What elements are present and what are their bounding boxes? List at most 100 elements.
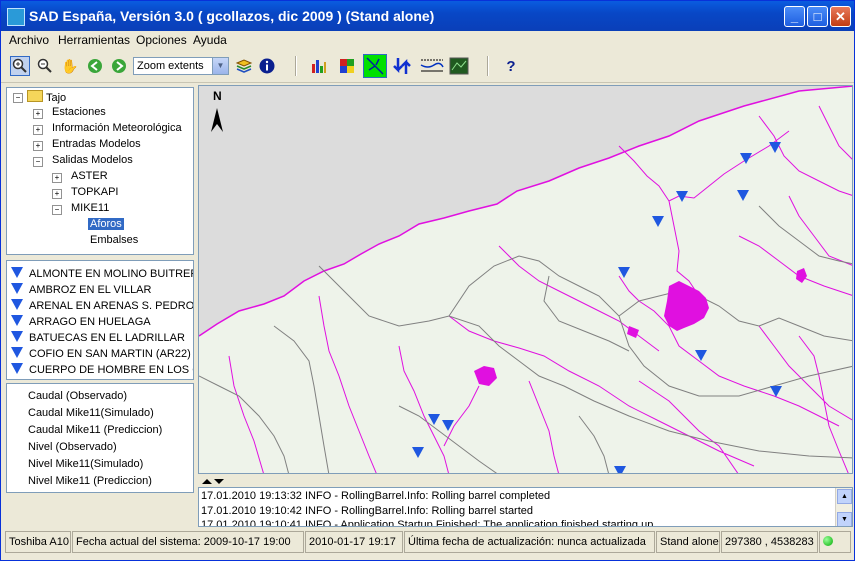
status-machine: Toshiba A10 xyxy=(5,531,71,553)
bar-chart-icon[interactable] xyxy=(309,56,329,76)
map-view[interactable]: N xyxy=(198,85,853,474)
tree-item-informacion[interactable]: Información Meteorológica xyxy=(52,122,182,134)
station-label: AMBROZ EN EL VILLAR xyxy=(29,284,152,296)
scroll-down-icon[interactable]: ▼ xyxy=(837,512,852,526)
list-item[interactable]: COFIO EN SAN MARTIN (AR22) xyxy=(11,347,191,360)
tree-item-topkapi[interactable]: TOPKAPI xyxy=(71,186,118,198)
tree-item-entradas[interactable]: Entradas Modelos xyxy=(52,138,141,150)
tree-item-embalses[interactable]: Embalses xyxy=(90,234,138,246)
flow-arrows-icon[interactable] xyxy=(392,56,412,76)
station-marker-icon xyxy=(11,347,23,358)
pan-hand-icon[interactable]: ✋ xyxy=(60,56,80,76)
station-label: ARRAGO EN HUELAGA xyxy=(29,316,151,328)
status-coordinates: 297380 , 4538283 xyxy=(721,531,818,553)
chevron-down-icon[interactable]: ▼ xyxy=(212,58,228,74)
back-arrow-icon[interactable] xyxy=(85,56,105,76)
tree-expand-icon[interactable]: + xyxy=(52,173,62,183)
menu-ayuda[interactable]: Ayuda xyxy=(193,33,227,47)
status-connection xyxy=(819,531,851,553)
list-item[interactable]: ARRAGO EN HUELAGA xyxy=(11,315,151,328)
zoom-in-icon[interactable] xyxy=(10,56,30,76)
info-icon[interactable] xyxy=(257,56,277,76)
zoom-out-icon[interactable] xyxy=(35,56,55,76)
log-line: 17.01.2010 19:10:42 INFO - RollingBarrel… xyxy=(201,505,534,517)
tree-expand-icon[interactable]: + xyxy=(33,125,43,135)
list-item[interactable]: Nivel Mike11 (Prediccion) xyxy=(28,475,152,487)
stations-list[interactable]: ALMONTE EN MOLINO BUITRERA AMBROZ EN EL … xyxy=(6,260,194,380)
menu-bar: Archivo Herramientas Opciones Ayuda xyxy=(1,31,854,49)
log-panel[interactable]: 17.01.2010 19:13:32 INFO - RollingBarrel… xyxy=(198,487,853,527)
connection-led-icon xyxy=(823,536,833,546)
menu-herramientas[interactable]: Herramientas xyxy=(58,33,130,47)
forward-arrow-icon[interactable] xyxy=(109,56,129,76)
tree-item-label: Tajo xyxy=(46,92,67,104)
toolbar-separator xyxy=(295,56,297,76)
status-system-date: Fecha actual del sistema: 2009-10-17 19:… xyxy=(72,531,304,553)
maximize-button[interactable]: □ xyxy=(807,6,828,27)
tree-expand-icon[interactable]: + xyxy=(33,141,43,151)
river-network-icon[interactable] xyxy=(363,54,387,78)
layer-tree[interactable]: − Tajo + Estaciones + Información Meteor… xyxy=(6,87,194,255)
list-item[interactable]: AMBROZ EN EL VILLAR xyxy=(11,283,151,296)
tree-item-aforos[interactable]: Aforos xyxy=(88,218,124,230)
app-window: SAD España, Versión 3.0 ( gcollazos, dic… xyxy=(0,0,855,561)
list-item[interactable]: Caudal Mike11(Simulado) xyxy=(28,407,154,419)
collapse-up-icon[interactable] xyxy=(202,479,212,484)
log-scrollbar[interactable]: ▲ ▼ xyxy=(835,488,852,526)
list-item[interactable]: Caudal Mike11 (Prediccion) xyxy=(28,424,162,436)
tree-item-mike11[interactable]: MIKE11 xyxy=(71,202,109,214)
north-label: N xyxy=(213,89,222,103)
app-icon xyxy=(7,8,25,26)
list-item[interactable]: ALMONTE EN MOLINO BUITRERA xyxy=(11,267,194,280)
scroll-up-icon[interactable]: ▲ xyxy=(837,489,852,504)
station-marker-icon xyxy=(11,315,23,326)
tree-item-aster[interactable]: ASTER xyxy=(71,170,108,182)
list-item[interactable]: Caudal (Observado) xyxy=(28,390,127,402)
list-item[interactable]: BATUECAS EN EL LADRILLAR xyxy=(11,331,185,344)
terrain-map-icon[interactable] xyxy=(448,56,470,76)
station-marker-icon xyxy=(11,331,23,342)
tree-item-estaciones[interactable]: Estaciones xyxy=(52,106,106,118)
list-item[interactable]: CUERPO DE HOMBRE EN LOS CO xyxy=(11,363,193,376)
station-label: ALMONTE EN MOLINO BUITRERA xyxy=(29,268,194,280)
status-last-update: Última fecha de actualización: nunca act… xyxy=(404,531,655,553)
tree-collapse-icon[interactable]: − xyxy=(52,205,62,215)
log-splitter[interactable] xyxy=(198,476,853,486)
map-canvas[interactable]: N xyxy=(199,86,853,474)
station-marker-icon xyxy=(11,363,23,374)
close-button[interactable]: ✕ xyxy=(830,6,851,27)
tree-item-tajo[interactable]: Tajo xyxy=(27,90,66,104)
layers-icon[interactable] xyxy=(234,56,254,76)
title-bar[interactable]: SAD España, Versión 3.0 ( gcollazos, dic… xyxy=(1,1,854,31)
help-icon[interactable]: ? xyxy=(501,56,521,76)
menu-opciones[interactable]: Opciones xyxy=(136,33,187,47)
station-label: BATUECAS EN EL LADRILLAR xyxy=(29,332,185,344)
collapse-down-icon[interactable] xyxy=(214,479,224,484)
folder-icon xyxy=(27,90,43,102)
station-marker-icon xyxy=(11,283,23,294)
window-title: SAD España, Versión 3.0 ( gcollazos, dic… xyxy=(29,8,435,24)
toolbar: ✋ ? xyxy=(1,50,854,83)
station-marker-icon xyxy=(11,299,23,310)
station-label: COFIO EN SAN MARTIN (AR22) xyxy=(29,348,191,360)
series-list[interactable]: Caudal (Observado) Caudal Mike11(Simulad… xyxy=(6,383,194,493)
log-line: 17.01.2010 19:13:32 INFO - RollingBarrel… xyxy=(201,490,551,502)
tree-item-salidas[interactable]: Salidas Modelos xyxy=(52,154,133,166)
zoom-select[interactable]: Zoom extents ▼ xyxy=(133,57,229,75)
tree-expand-icon[interactable]: + xyxy=(33,109,43,119)
list-item[interactable]: Nivel Mike11(Simulado) xyxy=(28,458,143,470)
station-marker-icon xyxy=(11,267,23,278)
tree-expand-icon[interactable]: + xyxy=(52,189,62,199)
tree-collapse-icon[interactable]: − xyxy=(33,157,43,167)
tree-collapse-icon[interactable]: − xyxy=(13,93,23,103)
list-item[interactable]: Nivel (Observado) xyxy=(28,441,117,453)
log-line: 17.01.2010 19:10:41 INFO - Application.S… xyxy=(201,519,657,527)
station-label: ARENAL EN ARENAS S. PEDRO xyxy=(29,300,194,312)
toolbar-separator xyxy=(487,56,489,76)
list-item[interactable]: ARENAL EN ARENAS S. PEDRO xyxy=(11,299,194,312)
menu-archivo[interactable]: Archivo xyxy=(9,33,49,47)
profile-section-icon[interactable] xyxy=(419,56,445,76)
zoom-select-value: Zoom extents xyxy=(137,60,204,72)
minimize-button[interactable]: _ xyxy=(784,6,805,27)
grid-map-icon[interactable] xyxy=(337,56,357,76)
